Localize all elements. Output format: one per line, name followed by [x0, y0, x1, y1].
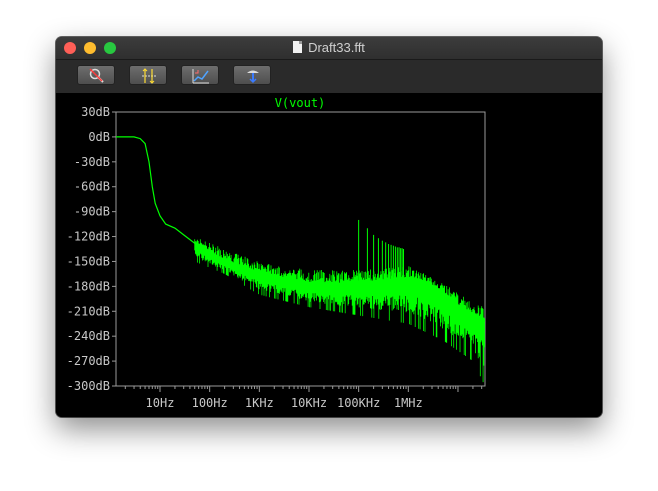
y-tick-label: -240dB — [67, 329, 110, 343]
y-tick-label: -30dB — [74, 155, 110, 169]
y-tick-label: -90dB — [74, 205, 110, 219]
y-tick-label: -60dB — [74, 180, 110, 194]
zoom-cancel-icon — [89, 68, 104, 83]
window-title: Draft33.fft — [308, 40, 365, 55]
zoom-fit-icon — [192, 69, 209, 84]
noise-band — [194, 239, 485, 383]
autoscale-icon — [142, 68, 156, 84]
autoscale-button[interactable] — [129, 65, 167, 85]
y-axis-ticks: 30dB 0dB -30dB -60dB -90dB -120dB -150dB -180dB… — [67, 105, 116, 393]
x-tick-label: 10KHz — [291, 396, 327, 410]
y-tick-label: -180dB — [67, 279, 110, 293]
y-tick-label: 0dB — [88, 130, 110, 144]
x-tick-label: 1KHz — [245, 396, 274, 410]
x-tick-label: 100KHz — [337, 396, 380, 410]
y-tick-label: -210dB — [67, 304, 110, 318]
plot-area[interactable]: V(vout) 30dB 0dB -30dB -60dB -90dB -120dB -150… — [56, 93, 602, 417]
x-tick-label: 100Hz — [192, 396, 228, 410]
x-tick-label: 1MHz — [394, 396, 423, 410]
y-tick-label: -120dB — [67, 230, 110, 244]
document-icon — [293, 41, 303, 53]
y-tick-label: 30dB — [81, 105, 110, 119]
plot-frame — [115, 111, 486, 387]
y-tick-label: -270dB — [67, 354, 110, 368]
zoom-fit-button[interactable] — [181, 65, 219, 85]
chart-title: V(vout) — [275, 96, 326, 110]
title-bar[interactable]: Draft33.fft — [56, 37, 602, 60]
fft-plot[interactable]: V(vout) 30dB 0dB -30dB -60dB -90dB -120dB -150… — [56, 93, 602, 417]
trace-group — [116, 136, 486, 383]
y-tick-label: -300dB — [67, 379, 110, 393]
toolbar — [56, 60, 602, 93]
x-axis-ticks: 10Hz 100Hz 1KHz 10KHz 100KHz 1MHz — [124, 386, 483, 410]
fft-window: Draft33.fft V(vout) 30dB 0dB -30dB -60dB… — [56, 37, 602, 417]
probe-icon — [247, 70, 259, 84]
x-tick-label: 10Hz — [146, 396, 175, 410]
zoom-cancel-button[interactable] — [77, 65, 115, 85]
y-tick-label: -150dB — [67, 254, 110, 268]
probe-button[interactable] — [233, 65, 271, 85]
window-title-wrap: Draft33.fft — [56, 40, 602, 55]
